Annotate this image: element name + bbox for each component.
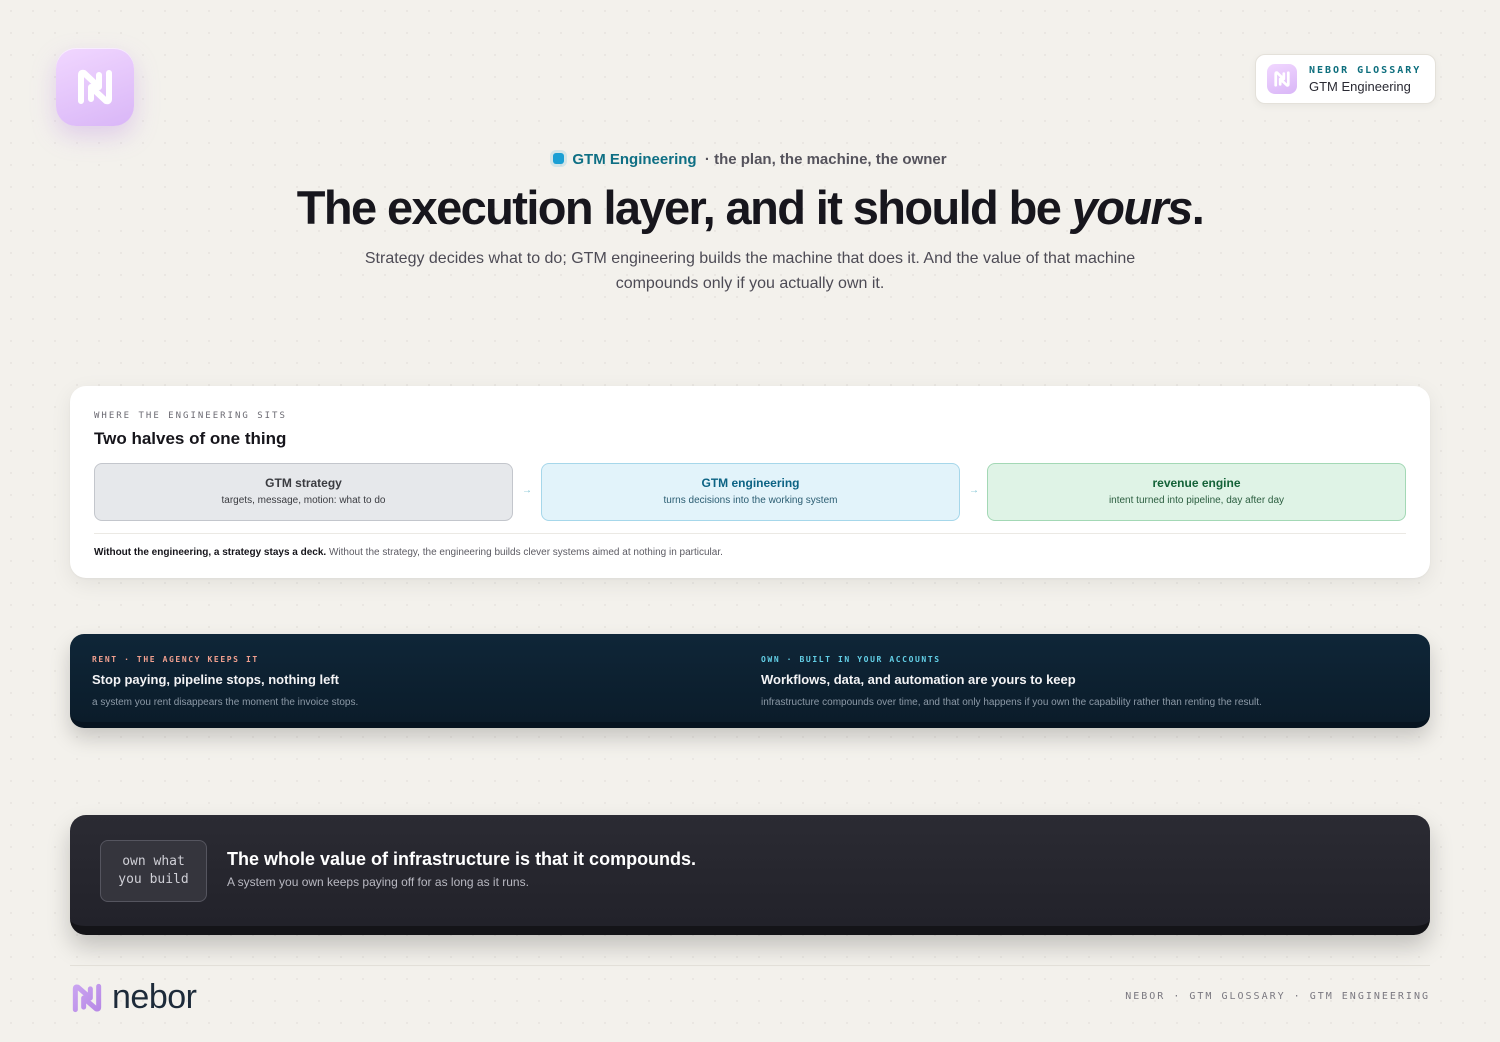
footer-meta: NEBOR · GTM GLOSSARY · GTM ENGINEERING xyxy=(1125,991,1430,1002)
glossary-badge[interactable]: NEBOR GLOSSARY GTM Engineering xyxy=(1255,54,1436,104)
stage-title: GTM engineering xyxy=(701,476,800,490)
stage-sub: turns decisions into the working system xyxy=(663,495,838,506)
card-divider xyxy=(94,533,1406,534)
nebor-logo-icon xyxy=(1267,64,1297,94)
chip-line: own what xyxy=(122,854,185,869)
rent-column: RENT · THE AGENCY KEEPS IT Stop paying, … xyxy=(92,655,358,708)
arrow-right-icon: → xyxy=(522,485,532,496)
hero-eyebrow: GTM Engineering · the plan, the machine,… xyxy=(0,151,1500,168)
stage-gtm-strategy: GTM strategy targets, message, motion: w… xyxy=(94,463,513,521)
own-sub: infrastructure compounds over time, and … xyxy=(761,697,1262,708)
stage-sub: targets, message, motion: what to do xyxy=(221,495,386,506)
eyebrow-dot-icon xyxy=(553,153,565,164)
card-kicker: WHERE THE ENGINEERING SITS xyxy=(94,411,287,421)
note-bold: Without the engineering, a strategy stay… xyxy=(94,547,327,558)
compounds-callout: own what you build The whole value of in… xyxy=(70,815,1430,935)
footer-divider xyxy=(70,965,1430,966)
stage-sub: intent turned into pipeline, day after d… xyxy=(1108,495,1285,506)
own-column: OWN · BUILT IN YOUR ACCOUNTS Workflows, … xyxy=(761,655,1262,708)
engineering-card: WHERE THE ENGINEERING SITS Two halves of… xyxy=(70,386,1430,578)
stage-title: revenue engine xyxy=(1152,476,1241,490)
callout-title: The whole value of infrastructure is tha… xyxy=(227,849,697,869)
chip-line: you build xyxy=(118,872,189,887)
hero-subhead: Strategy decides what to do; GTM enginee… xyxy=(364,250,1136,292)
badge-kicker: NEBOR GLOSSARY xyxy=(1309,64,1422,76)
app-logo-icon xyxy=(56,48,134,126)
rent-vs-own-panel: RENT · THE AGENCY KEEPS IT Stop paying, … xyxy=(70,634,1430,728)
nebor-mark-icon xyxy=(72,983,102,1012)
rent-sub: a system you rent disappears the moment … xyxy=(92,697,359,708)
stage-title: GTM strategy xyxy=(265,476,342,490)
callout-sub: A system you own keeps paying off for as… xyxy=(227,875,529,889)
rent-title: Stop paying, pipeline stops, nothing lef… xyxy=(92,672,339,687)
rent-kicker: RENT · THE AGENCY KEEPS IT xyxy=(92,655,259,664)
card-note: Without the engineering, a strategy stay… xyxy=(94,547,723,558)
logo-text: nebor xyxy=(112,978,197,1016)
arrow-right-icon: → xyxy=(969,485,979,496)
eyebrow-label: GTM Engineering xyxy=(572,151,697,168)
footer-logo[interactable]: nebor xyxy=(70,978,197,1017)
own-what-you-build-chip: own what you build xyxy=(100,840,207,902)
own-kicker: OWN · BUILT IN YOUR ACCOUNTS xyxy=(761,655,941,664)
stage-revenue-engine: revenue engine intent turned into pipeli… xyxy=(987,463,1406,521)
headline-main: The execution layer, and it should be xyxy=(296,181,1072,234)
note-rest: Without the strategy, the engineering bu… xyxy=(326,547,723,558)
page-title: The execution layer, and it should be yo… xyxy=(0,180,1500,235)
card-title: Two halves of one thing xyxy=(94,429,287,448)
own-title: Workflows, data, and automation are your… xyxy=(761,672,1076,687)
stage-gtm-engineering: GTM engineering turns decisions into the… xyxy=(541,463,960,521)
badge-title: GTM Engineering xyxy=(1309,78,1411,94)
headline-emphasis: yours xyxy=(1071,181,1194,234)
eyebrow-rest: · the plan, the machine, the owner xyxy=(704,151,947,168)
headline-end: . xyxy=(1191,181,1205,234)
